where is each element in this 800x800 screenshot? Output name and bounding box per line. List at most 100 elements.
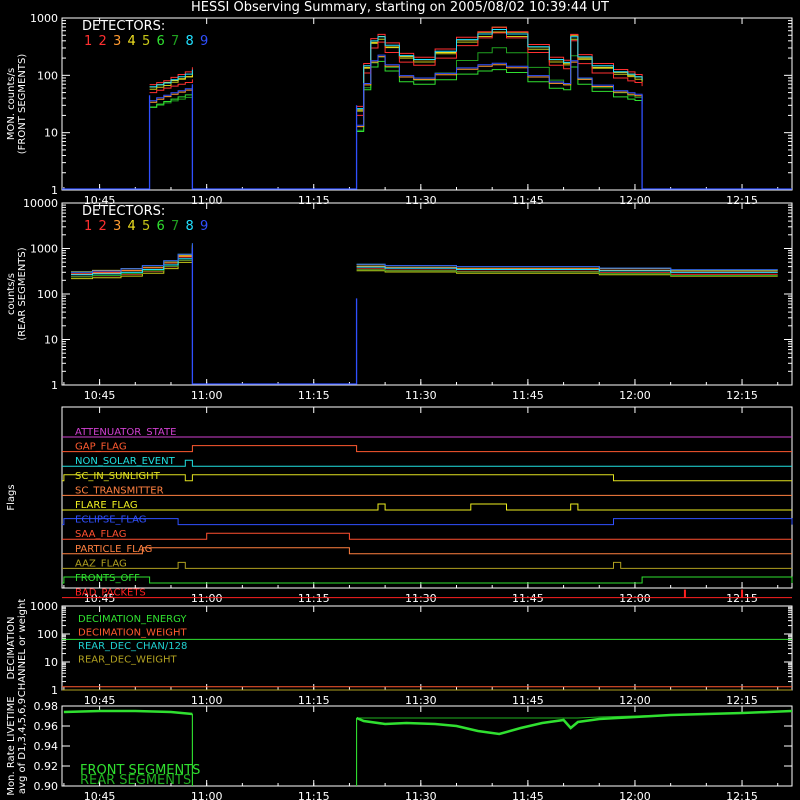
livetime-series-livetime_front: [63, 709, 193, 716]
y-axis-label: Flags: [6, 484, 17, 510]
x-tick-label: 11:30: [405, 790, 437, 800]
flag-trace-aaz: [62, 561, 792, 569]
y-axis-label-line: MON. counts/s: [6, 68, 17, 140]
y-tick-label: 0.98: [34, 700, 59, 713]
rear-series-det-9: [71, 243, 193, 273]
y-tick-label: 1000: [30, 600, 58, 613]
flag-trace-eclipse: [62, 518, 793, 526]
legend-detector-2: 2: [99, 219, 107, 234]
x-tick-label: 11:00: [191, 790, 223, 800]
legend-detector-3: 3: [113, 34, 121, 49]
legend-title: DETECTORS:: [82, 204, 165, 219]
x-tick-label: 10:45: [84, 389, 116, 402]
x-tick-label: 11:30: [405, 592, 437, 605]
flag-label-transmitter: SC_TRANSMITTER: [75, 485, 164, 496]
y-tick-label: 0.92: [34, 760, 59, 773]
y-tick-label: 1: [51, 379, 58, 392]
hessi-summary-chart: 10:45 11:00 11:15 11:30 11:45 12:00 12:15 MON. …: [6, 12, 793, 800]
legend-detector-7: 7: [171, 34, 179, 49]
x-tick-label: 12:15: [726, 790, 758, 800]
y-tick-label: 1000: [30, 12, 58, 25]
y-tick-label: 0.96: [34, 720, 59, 733]
y-tick-label: 10000: [23, 197, 58, 210]
y-tick-label: 100: [37, 69, 58, 82]
flag-trace-flare: [62, 503, 792, 511]
y-tick-label: 100: [37, 628, 58, 641]
x-tick-label: 11:00: [191, 694, 223, 707]
rear-series-det-9-gap: [191, 248, 358, 385]
x-tick-label: 12:15: [726, 389, 758, 402]
y-tick-label: 10: [44, 127, 58, 140]
y-axis-label-line: (FRONT SEGMENTS): [17, 54, 28, 155]
y-tick-label: 1: [51, 684, 58, 697]
livetime-legend-livetime_front: FRONT SEGMENTS: [80, 763, 200, 778]
x-tick-label: 11:00: [191, 592, 223, 605]
x-tick-label: 11:45: [512, 790, 544, 800]
y-tick-label: 100: [37, 288, 58, 301]
x-tick-label: 11:15: [298, 694, 330, 707]
y-axis-label-line: DECIMATION: [6, 616, 17, 679]
legend-detector-6: 6: [157, 34, 165, 49]
x-tick-label: 11:30: [405, 694, 437, 707]
legend-detector-9: 9: [200, 219, 208, 234]
flag-trace-particle: [62, 547, 792, 555]
decimation-legend-rear_weight: REAR_DEC_WEIGHT: [78, 655, 177, 666]
legend-detector-4: 4: [128, 219, 136, 234]
y-axis-label: counts/s(REAR SEGMENTS): [6, 247, 28, 340]
y-axis-label-line: Flags: [6, 484, 17, 510]
legend-detector-5: 5: [142, 219, 150, 234]
x-tick-label: 12:00: [619, 389, 651, 402]
flag-label-aaz: AAZ_FLAG: [75, 558, 127, 569]
y-axis-label-line: avg of D1,3,4,5,6,9: [17, 698, 28, 794]
y-axis-label: DECIMATIONCHANNEL or weight: [6, 599, 28, 698]
x-tick-label: 12:00: [619, 790, 651, 800]
x-tick-label: 10:45: [84, 790, 116, 800]
x-tick-label: 11:45: [512, 694, 544, 707]
decimation-legend-dec_energy: DECIMATION_ENERGY: [78, 614, 187, 625]
y-tick-label: 10: [44, 334, 58, 347]
legend-detector-6: 6: [157, 219, 165, 234]
legend-title: DETECTORS:: [82, 19, 165, 34]
y-tick-label: 0.94: [34, 740, 59, 753]
x-tick-label: 11:45: [512, 389, 544, 402]
y-tick-label: 1: [51, 184, 58, 197]
y-tick-label: 0.90: [34, 780, 59, 793]
rear-series-det-4: [71, 244, 193, 273]
flag-label-fronts_off: FRONTS_OFF: [75, 573, 140, 584]
flag-trace-fronts_off: [62, 576, 793, 584]
flag-label-eclipse: ECLIPSE_FLAG: [75, 515, 146, 526]
legend-detector-1: 1: [84, 219, 92, 234]
x-tick-label: 11:45: [512, 592, 544, 605]
x-tick-label: 11:30: [405, 389, 437, 402]
flag-label-saa: SAA_FLAG: [75, 529, 126, 540]
flag-label-sunlight: SC_IN_SUNLIGHT: [75, 471, 161, 482]
y-axis-label-line: Mon. Rate LIVETIME: [6, 696, 17, 795]
rear-series-det-1: [71, 246, 193, 275]
x-tick-label: 11:15: [298, 790, 330, 800]
x-tick-label: 12:00: [619, 694, 651, 707]
x-tick-label: 10:45: [84, 694, 116, 707]
flag-label-particle: PARTICLE_FLAG: [75, 544, 152, 555]
y-axis-label: MON. counts/s(FRONT SEGMENTS): [6, 54, 28, 155]
y-axis-label-line: (REAR SEGMENTS): [17, 247, 28, 340]
legend-detector-1: 1: [84, 34, 92, 49]
legend-detector-9: 9: [200, 34, 208, 49]
legend-detector-5: 5: [142, 34, 150, 49]
y-axis-label: Mon. Rate LIVETIMEavg of D1,3,4,5,6,9: [6, 696, 28, 795]
y-axis-label-line: counts/s: [6, 273, 17, 315]
decimation-legend-dec_weight: DECIMATION_WEIGHT: [78, 628, 187, 639]
flag-trace-sunlight: [62, 474, 792, 482]
legend-detector-4: 4: [128, 34, 136, 49]
flag-trace-saa: [62, 532, 792, 540]
livetime-series-livetime_front: [356, 709, 793, 736]
x-tick-label: 11:00: [191, 389, 223, 402]
decimation-legend-rear_chan: REAR_DEC_CHAN/128: [78, 641, 187, 652]
legend-detector-7: 7: [171, 219, 179, 234]
flag-trace-gap: [62, 445, 792, 453]
x-tick-label: 12:00: [619, 592, 651, 605]
y-tick-label: 10: [44, 656, 58, 669]
legend-detector-2: 2: [99, 34, 107, 49]
legend-detector-8: 8: [186, 219, 194, 234]
legend-detector-8: 8: [186, 34, 194, 49]
legend-detector-3: 3: [113, 219, 121, 234]
